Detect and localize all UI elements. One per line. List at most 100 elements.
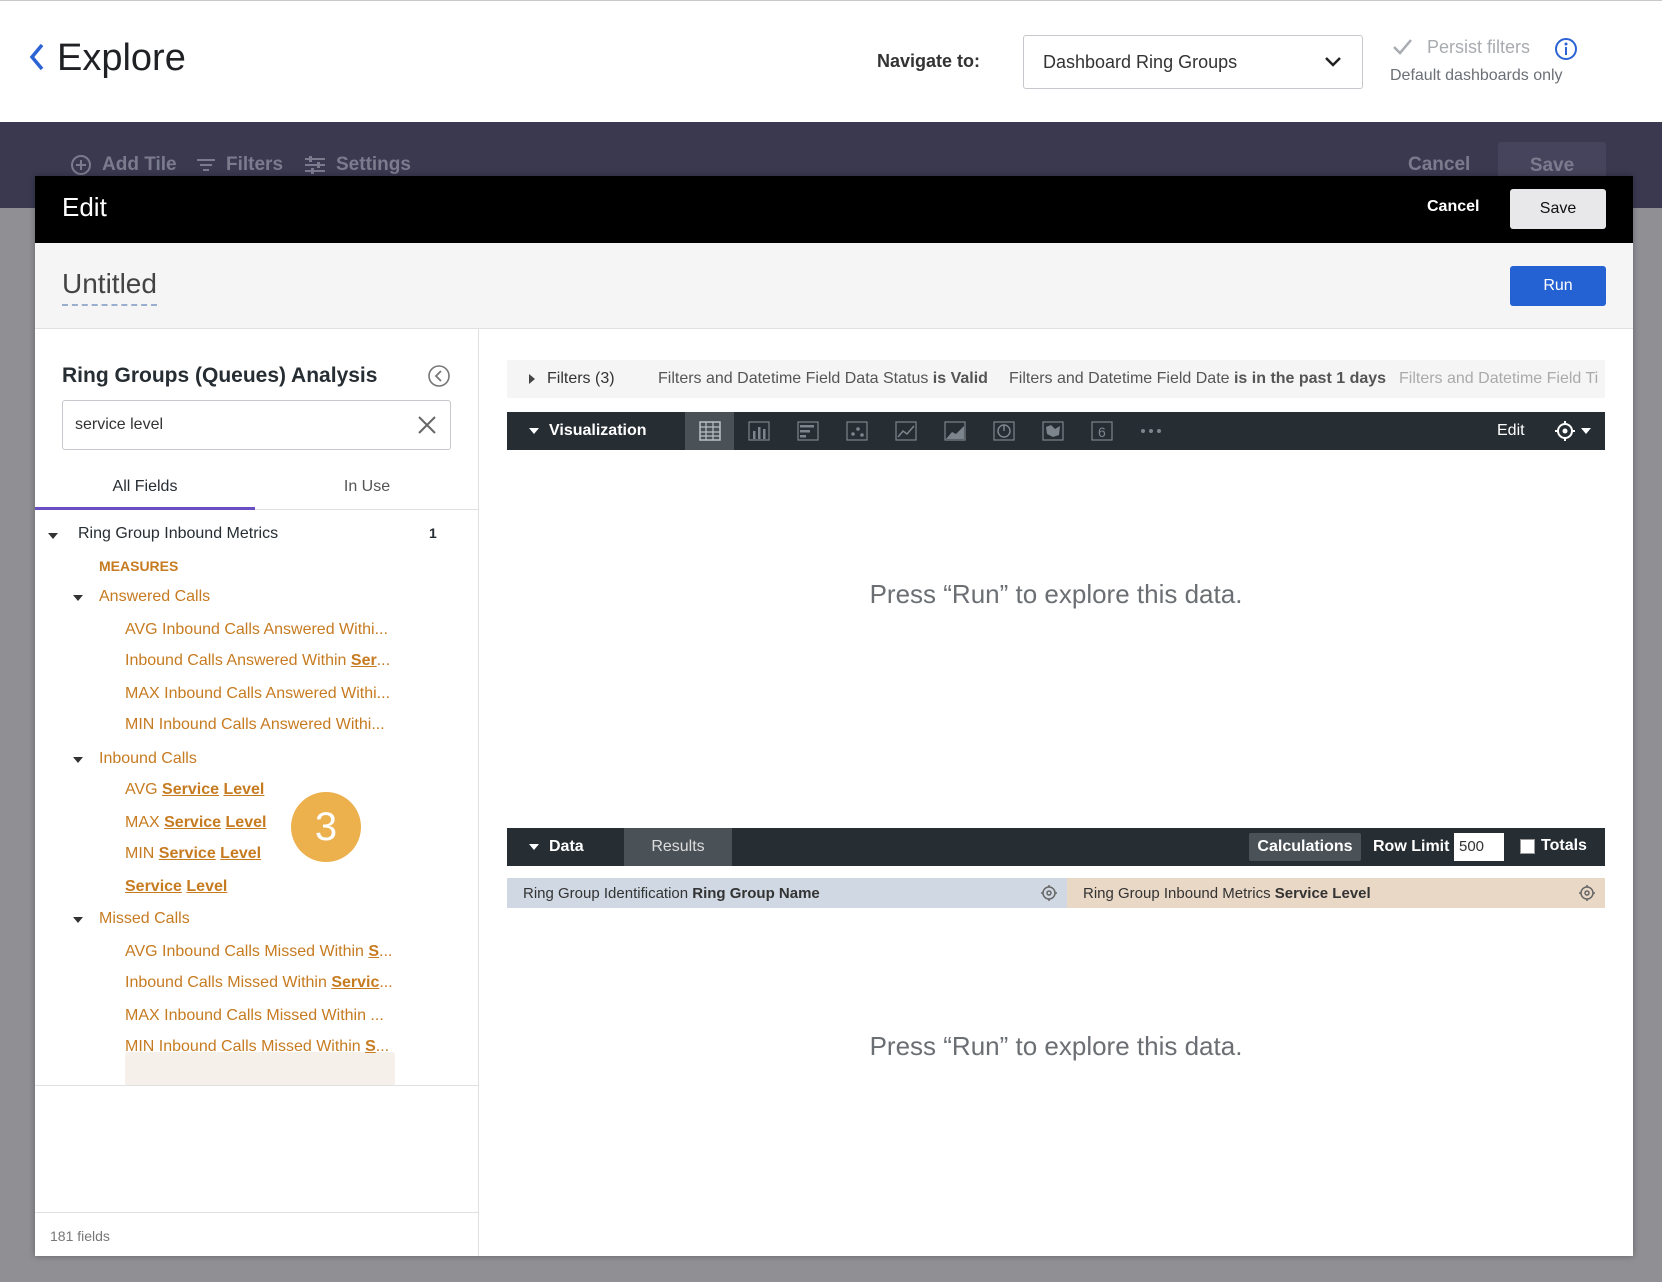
pie-chart-icon[interactable] [979, 412, 1028, 450]
row-limit-input[interactable]: 500 [1454, 833, 1504, 861]
data-bar: Data Results Calculations Row Limit 500 … [507, 828, 1605, 866]
modal-title: Edit [62, 192, 107, 222]
run-button[interactable]: Run [1510, 266, 1606, 306]
column-gear-icon[interactable] [1039, 883, 1059, 903]
navigate-label: Navigate to: [877, 51, 981, 71]
dashboard-cancel-button[interactable]: Cancel [1408, 154, 1470, 176]
explore-title: Ring Groups (Queues) Analysis [62, 364, 378, 387]
edit-modal: Edit Cancel Save Untitled Run Ring Group… [35, 176, 1633, 1256]
field-item[interactable]: AVG Inbound Calls Answered Withi... [125, 621, 388, 639]
field-item-selected[interactable]: Service Level [125, 878, 227, 896]
back-chevron-icon[interactable] [26, 41, 48, 73]
column-label: Ring Group Inbound Metrics Service Level [1083, 885, 1371, 902]
caret-down-icon[interactable] [73, 917, 83, 923]
persist-filters-label: Persist filters [1427, 37, 1531, 57]
navigate-select[interactable]: Dashboard Ring Groups [1023, 35, 1363, 89]
scatter-chart-icon[interactable] [832, 412, 881, 450]
chevron-down-icon [1325, 57, 1341, 67]
tab-in-use[interactable]: In Use [255, 466, 479, 510]
tab-all-fields[interactable]: All Fields [35, 466, 255, 510]
field-picker: Ring Groups (Queues) Analysis service le… [35, 329, 479, 1256]
filter-chip: Filters and Datetime Field Data Status i… [658, 370, 988, 387]
settings-button[interactable]: Settings [304, 154, 411, 176]
field-item[interactable]: Inbound Calls Answered Within Ser... [125, 652, 390, 670]
column-chart-icon[interactable] [734, 412, 783, 450]
totals-label: Totals [1541, 837, 1587, 854]
caret-down-icon[interactable] [529, 844, 539, 850]
line-chart-icon[interactable] [881, 412, 930, 450]
search-value: service level [75, 416, 164, 433]
filters-count[interactable]: Filters (3) [547, 370, 615, 388]
field-item[interactable]: MAX Inbound Calls Missed Within ... [125, 1007, 384, 1025]
field-item[interactable]: MAX Service Level [125, 814, 266, 832]
more-options-icon[interactable] [1126, 412, 1175, 450]
svg-text:6: 6 [1098, 424, 1106, 440]
calculations-button[interactable]: Calculations [1249, 833, 1361, 861]
row-limit-label: Row Limit [1373, 838, 1450, 855]
visualization-label[interactable]: Visualization [549, 422, 647, 440]
viz-placeholder-text: Press “Run” to explore this data. [869, 579, 1243, 609]
modal-cancel-button[interactable]: Cancel [1427, 198, 1479, 216]
filter-icon [197, 159, 215, 171]
modal-header: Edit Cancel Save [35, 176, 1633, 243]
collapse-panel-icon[interactable] [427, 364, 451, 388]
add-circle-icon [71, 155, 91, 175]
column-gear-icon[interactable] [1577, 883, 1597, 903]
group-missed-calls[interactable]: Missed Calls [99, 910, 190, 928]
persist-filters-checkbox[interactable] [1390, 35, 1414, 59]
tab-results[interactable]: Results [624, 828, 732, 866]
field-item[interactable]: MIN Inbound Calls Missed Within S... [125, 1038, 389, 1056]
table-viz-icon[interactable] [685, 412, 734, 450]
info-icon[interactable] [1554, 37, 1578, 61]
viz-settings-gear-icon[interactable] [1552, 418, 1596, 444]
data-placeholder-text: Press “Run” to explore this data. [869, 1031, 1243, 1061]
column-label: Ring Group Identification Ring Group Nam… [523, 885, 820, 902]
column-header-dimension[interactable]: Ring Group Identification Ring Group Nam… [507, 878, 1067, 908]
field-count: 181 fields [50, 1228, 110, 1244]
filter-chip: Filters and Datetime Field Ti [1399, 370, 1599, 387]
viz-edit-button[interactable]: Edit [1497, 422, 1525, 440]
caret-down-icon[interactable] [73, 757, 83, 763]
area-chart-icon[interactable] [930, 412, 979, 450]
caret-right-icon[interactable] [529, 374, 535, 384]
add-tile-label: Add Tile [102, 154, 177, 175]
field-item[interactable]: Inbound Calls Missed Within Servic... [125, 974, 393, 992]
divider [35, 1085, 479, 1086]
caret-down-icon[interactable] [529, 428, 539, 434]
group-inbound-calls[interactable]: Inbound Calls [99, 750, 197, 768]
selected-field-highlight [125, 1052, 395, 1086]
bar-chart-icon[interactable] [783, 412, 832, 450]
field-item[interactable]: MAX Inbound Calls Answered Withi... [125, 685, 390, 703]
caret-down-icon[interactable] [48, 533, 58, 539]
measures-label: MEASURES [99, 558, 179, 574]
field-item[interactable]: AVG Service Level [125, 781, 264, 799]
page-title: Explore [57, 37, 186, 79]
totals-checkbox[interactable] [1520, 839, 1535, 854]
modal-save-button[interactable]: Save [1510, 189, 1606, 229]
field-item[interactable]: MIN Service Level [125, 845, 261, 863]
check-icon [1393, 39, 1412, 55]
query-title-input[interactable]: Untitled [62, 268, 157, 306]
persist-filters-subtext: Default dashboards only [1390, 67, 1563, 84]
field-search-input[interactable]: service level [62, 400, 451, 450]
settings-label: Settings [336, 154, 411, 175]
step-badge: 3 [291, 792, 361, 862]
group-answered-calls[interactable]: Answered Calls [99, 588, 210, 606]
filter-chip: Filters and Datetime Field Date is in th… [1009, 370, 1387, 387]
single-value-icon[interactable]: 6 [1077, 412, 1126, 450]
sliders-icon [305, 156, 325, 174]
filters-label: Filters [226, 154, 284, 175]
field-item[interactable]: MIN Inbound Calls Answered Withi... [125, 716, 385, 734]
add-tile-button[interactable]: Add Tile [70, 154, 177, 176]
column-header-measure[interactable]: Ring Group Inbound Metrics Service Level [1067, 878, 1605, 908]
filters-button[interactable]: Filters [196, 154, 283, 176]
filters-bar[interactable]: Filters (3) Filters and Datetime Field D… [507, 360, 1605, 398]
clear-search-icon[interactable] [416, 414, 438, 436]
divider [35, 1212, 479, 1213]
field-item[interactable]: AVG Inbound Calls Missed Within S... [125, 943, 392, 961]
caret-down-icon[interactable] [73, 595, 83, 601]
data-label[interactable]: Data [549, 838, 584, 856]
view-count: 1 [429, 525, 437, 541]
view-name[interactable]: Ring Group Inbound Metrics [78, 525, 278, 543]
map-icon[interactable] [1028, 412, 1077, 450]
